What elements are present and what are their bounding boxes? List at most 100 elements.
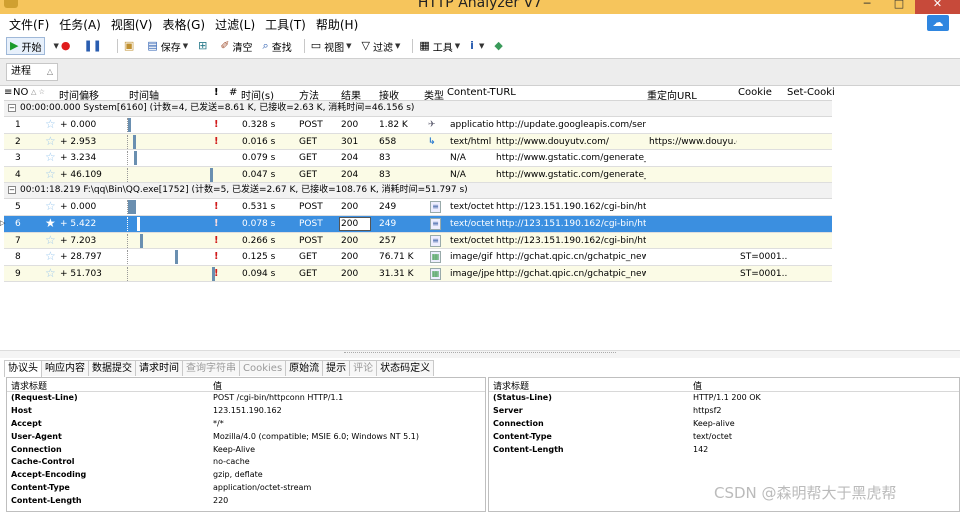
close-button[interactable]: ✕ — [915, 0, 960, 14]
tab-timing[interactable]: 请求时间 — [135, 360, 183, 376]
table-row[interactable]: 2 ☆ + 2.953 ! 0.016 s GET 301 658 ↳ text… — [4, 133, 832, 151]
menu-help[interactable]: 帮助(H) — [311, 14, 363, 36]
col-no[interactable]: NO — [13, 87, 28, 98]
tab-cookies[interactable]: Cookies — [239, 360, 287, 376]
group-by-process-chip[interactable]: 进程 △ — [6, 63, 58, 81]
view-button[interactable]: ▭ 视图 ▼ — [309, 37, 354, 55]
star-icon[interactable]: ☆ — [45, 267, 56, 279]
header-row[interactable]: Connection Keep-alive — [489, 418, 959, 431]
tab-headers[interactable]: 协议头 — [4, 360, 42, 377]
star-icon[interactable]: ☆ — [45, 234, 56, 246]
start-button[interactable]: ▶ 开始 — [6, 37, 46, 55]
window-controls: ─ □ ✕ — [851, 0, 960, 14]
header-row[interactable]: (Status-Line) HTTP/1.1 200 OK — [489, 392, 959, 405]
table-row[interactable]: 4 ☆ + 46.109 0.047 s GET 204 83 N/A http… — [4, 166, 832, 184]
row-content-type: text/octet — [450, 218, 494, 229]
star-icon[interactable]: ★ — [45, 217, 56, 229]
menu-grid[interactable]: 表格(G) — [157, 14, 210, 36]
save-button[interactable]: ▤ 保存 ▼ — [145, 37, 190, 55]
col-result[interactable]: 结果 — [341, 87, 361, 102]
header-row[interactable]: Content-Length 220 — [7, 495, 485, 508]
group-row-system[interactable]: −00:00:00.000 System[6160] (计数=4, 已发送=8.… — [4, 101, 832, 117]
header-row[interactable]: Connection Keep-Alive — [7, 444, 485, 457]
col-cookie[interactable]: Cookie — [738, 87, 772, 98]
row-no: 9 — [15, 268, 21, 279]
table-row[interactable]: 3 ☆ + 3.234 0.079 s GET 204 83 N/A http:… — [4, 150, 832, 167]
col-hash[interactable]: # — [229, 87, 237, 98]
col-time[interactable]: 时间(s) — [241, 87, 274, 102]
timeline-bar — [134, 151, 137, 166]
table-row[interactable]: 1 ☆ + 0.000 ! 0.328 s POST 200 1.82 K ✈ … — [4, 117, 832, 134]
cloud-icon[interactable]: ☁ — [927, 15, 949, 31]
row-offset: + 3.234 — [60, 153, 97, 164]
table-row[interactable]: 8 ☆ + 28.797 ! 0.125 s GET 200 76.71 K ▦… — [4, 249, 832, 266]
menu-tools[interactable]: 工具(T) — [260, 14, 311, 36]
col-content-type[interactable]: Content-T — [447, 87, 496, 98]
table-row-selected[interactable]: ▷ 6 ★ + 5.422 ! 0.078 s POST 200 249 ≡ t… — [0, 215, 832, 233]
header-row[interactable]: Content-Type text/octet — [489, 431, 959, 444]
header-row[interactable]: Cache-Control no-cache — [7, 456, 485, 469]
table-row[interactable]: 7 ☆ + 7.203 ! 0.266 s POST 200 257 ≡ tex… — [4, 232, 832, 250]
header-row[interactable]: Content-Type application/octet-stream — [7, 482, 485, 495]
tab-hints[interactable]: 提示 — [322, 360, 351, 376]
header-row[interactable]: (Request-Line) POST /cgi-bin/httpconn HTT… — [7, 392, 485, 405]
col-type[interactable]: 类型 — [424, 87, 444, 102]
tab-response-content[interactable]: 响应内容 — [41, 360, 89, 376]
open-button[interactable]: ▣ — [122, 37, 139, 55]
clear-button[interactable]: ✐ 清空 — [218, 37, 254, 55]
filter-button[interactable]: ▽ 过滤 ▼ — [360, 37, 403, 55]
header-row[interactable]: User-Agent Mozilla/4.0 (compatible; MSIE … — [7, 431, 485, 444]
filter-toggle-button[interactable]: ⊞ — [196, 37, 212, 55]
header-key: User-Agent — [11, 431, 62, 441]
col-method[interactable]: 方法 — [299, 87, 319, 102]
star-icon[interactable]: ☆ — [45, 118, 56, 130]
response-col-value: 值 — [693, 382, 703, 392]
col-menu-icon[interactable]: ≡ — [4, 87, 12, 98]
collapse-icon[interactable]: − — [8, 185, 16, 194]
tab-query-string[interactable]: 查询字符串 — [182, 360, 240, 376]
tab-raw-stream[interactable]: 原始流 — [285, 360, 324, 376]
header-row[interactable]: Content-Length 142 — [489, 444, 959, 457]
col-received[interactable]: 接收 — [379, 87, 399, 102]
header-row[interactable]: Accept-Encoding gzip, deflate — [7, 469, 485, 482]
minimize-button[interactable]: ─ — [851, 0, 883, 14]
info-button[interactable]: i ▼ — [468, 37, 486, 55]
menu-view[interactable]: 视图(V) — [106, 14, 158, 36]
record-button[interactable]: ● — [59, 37, 76, 55]
header-row[interactable]: Server httpsf2 — [489, 405, 959, 418]
response-col-name: 请求标题 — [493, 382, 530, 392]
header-row[interactable]: Accept */* — [7, 418, 485, 431]
star-icon[interactable]: ☆ — [45, 151, 56, 163]
table-row[interactable]: 9 ☆ + 51.703 ! 0.094 s GET 200 31.31 K ▦… — [4, 265, 832, 283]
sort-icon: △ ☆ — [31, 88, 45, 96]
group-row-qq[interactable]: −00:01:18.219 F:\qq\Bin\QQ.exe[1752] (计数… — [4, 183, 832, 200]
session-grid: ≡ NO △ ☆ 时间偏移 时间轴 ! # 时间(s) 方法 结果 接收 类型 … — [0, 86, 835, 283]
splitter-grip[interactable] — [344, 352, 616, 355]
star-icon[interactable]: ☆ — [45, 168, 56, 180]
collapse-icon[interactable]: − — [8, 103, 16, 112]
extra-button[interactable]: ◆ — [492, 37, 507, 55]
tab-post-data[interactable]: 数据提交 — [88, 360, 136, 376]
tab-comments[interactable]: 评论 — [349, 360, 378, 376]
col-excl[interactable]: ! — [214, 87, 219, 98]
menu-file[interactable]: 文件(F) — [4, 14, 54, 36]
col-offset[interactable]: 时间偏移 — [59, 87, 99, 102]
pause-button[interactable]: ❚❚ — [81, 37, 106, 55]
maximize-button[interactable]: □ — [883, 0, 915, 14]
menu-task[interactable]: 任务(A) — [54, 14, 106, 36]
col-set-cookie[interactable]: Set-Cooki — [787, 87, 835, 98]
col-redirect[interactable]: 重定向URL — [647, 87, 697, 102]
header-row[interactable]: Host 123.151.190.162 — [7, 405, 485, 418]
tab-status-codes[interactable]: 状态码定义 — [376, 360, 435, 376]
col-timeline[interactable]: 时间轴 — [129, 87, 159, 102]
find-button[interactable]: ⌕ 查找 — [261, 37, 294, 55]
pane-splitter[interactable] — [0, 350, 960, 358]
row-url: http://123.151.190.162/cgi-bin/httpconn — [496, 202, 646, 213]
table-row[interactable]: 5 ☆ + 0.000 ! 0.531 s POST 200 249 ≡ tex… — [4, 199, 832, 216]
col-url[interactable]: URL — [496, 87, 516, 98]
star-icon[interactable]: ☆ — [45, 135, 56, 147]
tools-button[interactable]: ▦ 工具 ▼ — [417, 37, 462, 55]
menu-filter[interactable]: 过滤(L) — [210, 14, 260, 36]
star-icon[interactable]: ☆ — [45, 250, 56, 262]
star-icon[interactable]: ☆ — [45, 200, 56, 212]
